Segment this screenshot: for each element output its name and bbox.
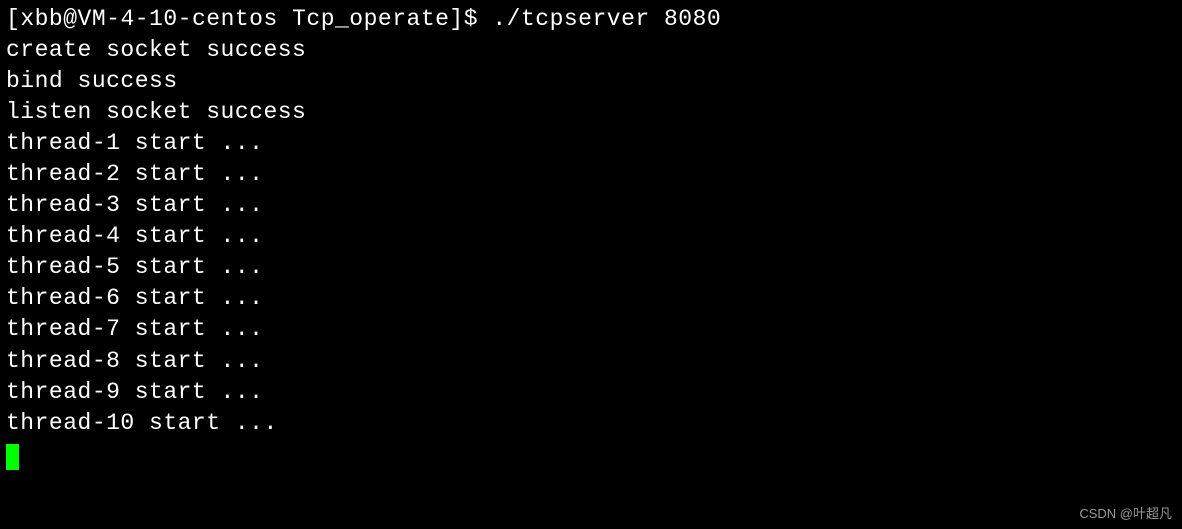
prompt-host: VM-4-10-centos — [78, 6, 278, 32]
output-line: thread-9 start ... — [6, 377, 1176, 408]
output-line: create socket success — [6, 35, 1176, 66]
output-line: thread-10 start ... — [6, 408, 1176, 439]
prompt-space2 — [478, 6, 492, 32]
prompt-space — [278, 6, 292, 32]
output-line: thread-4 start ... — [6, 221, 1176, 252]
command-text: ./tcpserver 8080 — [492, 6, 721, 32]
prompt-at: @ — [63, 6, 77, 32]
terminal-cursor-icon — [6, 444, 19, 470]
prompt-user: xbb — [20, 6, 63, 32]
prompt-open-bracket: [ — [6, 6, 20, 32]
cursor-line[interactable] — [6, 439, 1176, 470]
output-line: thread-8 start ... — [6, 346, 1176, 377]
output-line: bind success — [6, 66, 1176, 97]
output-line: thread-5 start ... — [6, 252, 1176, 283]
prompt-symbol: $ — [464, 6, 478, 32]
prompt-close-bracket: ] — [449, 6, 463, 32]
output-line: listen socket success — [6, 97, 1176, 128]
output-line: thread-3 start ... — [6, 190, 1176, 221]
prompt-cwd: Tcp_operate — [292, 6, 449, 32]
prompt-line[interactable]: [xbb@VM-4-10-centos Tcp_operate]$ ./tcps… — [6, 4, 1176, 35]
output-line: thread-7 start ... — [6, 314, 1176, 345]
output-line: thread-1 start ... — [6, 128, 1176, 159]
output-line: thread-6 start ... — [6, 283, 1176, 314]
watermark-text: CSDN @叶超凡 — [1079, 505, 1172, 523]
output-line: thread-2 start ... — [6, 159, 1176, 190]
